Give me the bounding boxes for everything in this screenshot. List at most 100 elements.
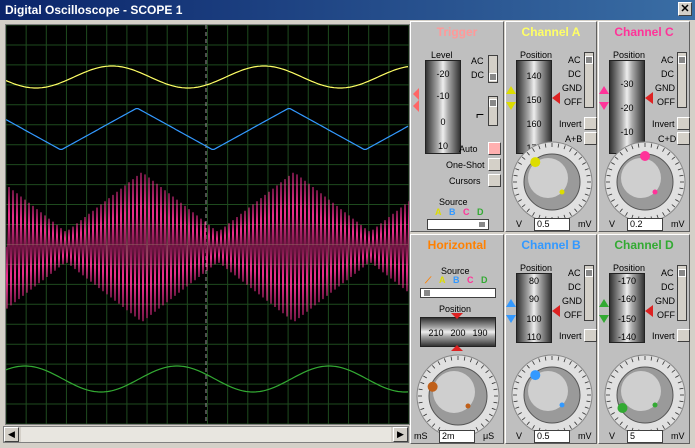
level-drum[interactable]: -20 -10 0 10 — [425, 60, 461, 154]
chA-off: OFF — [564, 97, 582, 107]
chA-tick: 140 — [526, 71, 542, 81]
source-b[interactable]: B — [449, 207, 456, 217]
chA-tick: 160 — [526, 119, 542, 129]
chB-gnd: GND — [562, 296, 582, 306]
channel-c-panel: Channel C Position -30 -20 -10 AC DC GND… — [598, 21, 690, 232]
chC-coupling-switch[interactable] — [677, 52, 687, 108]
waveform-display — [5, 24, 410, 425]
chC-tick: -30 — [620, 79, 634, 89]
source-a[interactable]: A — [435, 207, 442, 217]
dial-pointer — [530, 370, 541, 381]
chC-ac: AC — [661, 55, 674, 65]
chA-pointer-icon — [552, 92, 560, 104]
chC-volts-field[interactable]: 0.2 — [627, 218, 663, 231]
channel-d-position-drum[interactable]: -170 -160 -150 -140 — [609, 273, 645, 343]
chB-dc: DC — [568, 282, 581, 292]
level-label: Level — [431, 50, 453, 60]
channel-a-panel: Channel A Position 140 150 160 170 AC DC… — [505, 21, 597, 232]
chB-tick: 100 — [526, 314, 542, 324]
chD-invert-button[interactable] — [677, 329, 690, 342]
oneshot-button[interactable] — [488, 158, 501, 171]
auto-label: Auto — [459, 144, 478, 154]
trigger-coupling-switch[interactable] — [488, 55, 498, 83]
chC-tick: -10 — [620, 127, 634, 137]
chB-left-unit: V — [516, 431, 523, 441]
timebase-field[interactable]: 2m — [439, 430, 475, 443]
chC-invert-button[interactable] — [677, 117, 690, 130]
timebase-right-unit: μS — [483, 431, 495, 441]
channel-b-title: Channel B — [521, 238, 581, 252]
source-c[interactable]: C — [463, 207, 470, 217]
chA-ac: AC — [568, 55, 581, 65]
title-bar: Digital Oscilloscope - SCOPE 1 ✕ — [0, 0, 695, 20]
chA-coupling-switch[interactable] — [584, 52, 594, 108]
chA-gnd: GND — [562, 83, 582, 93]
chC-volts-dial[interactable] — [601, 140, 689, 228]
channel-b-position-drum[interactable]: 80 90 100 110 — [516, 273, 552, 343]
hsource-b[interactable]: B — [453, 275, 460, 285]
dial-pointer — [427, 381, 438, 392]
trigger-ac-label: AC — [471, 56, 484, 66]
chA-volts-field[interactable]: 0.5 — [534, 218, 570, 231]
chC-dc: DC — [661, 69, 674, 79]
hsource-a[interactable]: A — [439, 275, 446, 285]
hsource-d[interactable]: D — [481, 275, 488, 285]
chB-tick: 80 — [528, 276, 539, 286]
hpos-marker-icon — [451, 313, 463, 351]
trigger-edge-switch[interactable] — [488, 96, 498, 126]
chD-volts-field[interactable]: 5 — [627, 430, 663, 443]
dial-dot — [652, 402, 658, 408]
horizontal-title: Horizontal — [427, 238, 487, 252]
chB-marker-icon — [506, 299, 516, 323]
trigger-title: Trigger — [436, 25, 478, 39]
chA-tick: 150 — [526, 95, 542, 105]
channel-d-title: Channel D — [614, 238, 674, 252]
chD-tick: -160 — [617, 294, 636, 304]
channel-d-position-label: Position — [613, 263, 646, 273]
dial-pointer — [617, 403, 628, 413]
chC-invert-label: Invert — [652, 119, 675, 129]
chD-coupling-switch[interactable] — [677, 265, 687, 321]
dial-dot — [559, 402, 565, 408]
chD-dc: DC — [661, 282, 674, 292]
source-d[interactable]: D — [477, 207, 484, 217]
cursors-button[interactable] — [488, 174, 501, 187]
chD-volts-dial[interactable] — [601, 353, 689, 441]
chB-tick: 90 — [528, 294, 539, 304]
level-tick: 10 — [437, 141, 448, 151]
channel-b-panel: Channel B Position 80 90 100 110 AC DC G… — [505, 234, 597, 444]
trigger-source-slider[interactable] — [427, 219, 489, 230]
chC-gnd: GND — [655, 83, 675, 93]
level-tick: -10 — [436, 91, 450, 101]
horizontal-source-slider[interactable] — [420, 288, 496, 298]
chB-volts-field[interactable]: 0.5 — [534, 430, 570, 443]
chB-invert-button[interactable] — [584, 329, 597, 342]
chD-tick: -150 — [617, 314, 636, 324]
chC-tick: -20 — [620, 103, 634, 113]
auto-button[interactable] — [488, 142, 501, 155]
chA-volts-dial[interactable] — [508, 140, 596, 228]
oneshot-label: One-Shot — [446, 160, 485, 170]
window-title: Digital Oscilloscope - SCOPE 1 — [5, 3, 183, 17]
scroll-thumb[interactable] — [21, 427, 391, 442]
scroll-left-icon[interactable]: ◀ — [4, 427, 19, 442]
chB-volts-dial[interactable] — [508, 353, 596, 441]
timebase-left-unit: mS — [414, 431, 428, 441]
edge-icon: ⌐ — [476, 106, 485, 122]
hsource-c[interactable]: C — [467, 275, 474, 285]
scroll-right-icon[interactable]: ▶ — [393, 427, 408, 442]
chD-marker-icon — [599, 299, 609, 323]
chA-marker-icon — [506, 86, 516, 110]
close-button[interactable]: ✕ — [678, 2, 692, 16]
oscilloscope-screen — [5, 24, 410, 425]
level-tick: -20 — [436, 69, 450, 79]
chC-left-unit: V — [609, 219, 616, 229]
chB-ac: AC — [568, 268, 581, 278]
chB-coupling-switch[interactable] — [584, 265, 594, 321]
chC-off: OFF — [657, 97, 675, 107]
horizontal-scrollbar[interactable]: ◀ ▶ — [3, 426, 409, 443]
chA-invert-button[interactable] — [584, 117, 597, 130]
trigger-dc-label: DC — [471, 70, 484, 80]
chB-right-unit: mV — [578, 431, 592, 441]
chA-invert-label: Invert — [559, 119, 582, 129]
